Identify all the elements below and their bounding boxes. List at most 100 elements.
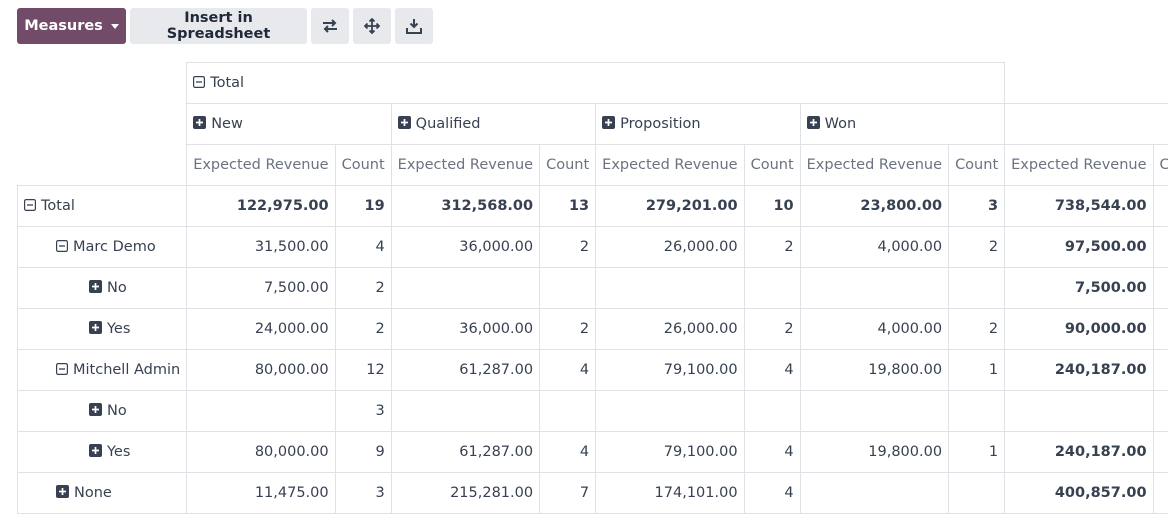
cell-count[interactable] bbox=[539, 390, 597, 432]
expand-all-button[interactable] bbox=[353, 8, 391, 44]
measure-header-expected-revenue[interactable]: Expected Revenue bbox=[390, 144, 541, 186]
cell-count[interactable]: 3 bbox=[1152, 390, 1168, 432]
cell-count[interactable] bbox=[743, 267, 801, 309]
cell-expected-revenue[interactable] bbox=[799, 390, 950, 432]
cell-expected-revenue[interactable]: 97,500.00 bbox=[1004, 226, 1154, 268]
cell-expected-revenue[interactable]: 26,000.00 bbox=[595, 226, 745, 268]
cell-count[interactable]: 2 bbox=[539, 226, 597, 268]
measure-header-expected-revenue[interactable]: Expected Revenue bbox=[595, 144, 745, 186]
row-header[interactable]: Marc Demo bbox=[16, 226, 188, 268]
cell-expected-revenue[interactable]: 312,568.00 bbox=[390, 185, 541, 227]
row-header[interactable]: None bbox=[16, 472, 188, 514]
cell-expected-revenue[interactable]: 4,000.00 bbox=[799, 226, 950, 268]
row-header[interactable]: Mitchell Admin bbox=[16, 349, 188, 391]
measure-header-count[interactable]: Count bbox=[334, 144, 392, 186]
cell-count[interactable]: 1 bbox=[948, 431, 1006, 473]
cell-expected-revenue[interactable]: 7,500.00 bbox=[186, 267, 336, 309]
cell-count[interactable]: 4 bbox=[743, 349, 801, 391]
col-header-stage-won[interactable]: Won bbox=[799, 103, 1006, 145]
cell-count[interactable]: 18 bbox=[1152, 431, 1168, 473]
cell-expected-revenue[interactable] bbox=[595, 267, 745, 309]
cell-expected-revenue[interactable]: 23,800.00 bbox=[799, 185, 950, 227]
cell-count[interactable]: 3 bbox=[948, 185, 1006, 227]
cell-count[interactable]: 45 bbox=[1152, 185, 1168, 227]
cell-expected-revenue[interactable] bbox=[799, 267, 950, 309]
measure-header-count[interactable]: Count bbox=[948, 144, 1006, 186]
cell-count[interactable] bbox=[539, 267, 597, 309]
cell-expected-revenue[interactable]: 31,500.00 bbox=[186, 226, 336, 268]
cell-count[interactable]: 2 bbox=[948, 308, 1006, 350]
cell-count[interactable] bbox=[948, 267, 1006, 309]
cell-expected-revenue[interactable] bbox=[595, 390, 745, 432]
cell-expected-revenue[interactable]: 4,000.00 bbox=[799, 308, 950, 350]
cell-count[interactable]: 2 bbox=[743, 226, 801, 268]
cell-count[interactable]: 2 bbox=[334, 308, 392, 350]
cell-expected-revenue[interactable]: 80,000.00 bbox=[186, 431, 336, 473]
cell-count[interactable]: 4 bbox=[334, 226, 392, 268]
cell-count[interactable] bbox=[948, 390, 1006, 432]
measure-header-count[interactable]: Count bbox=[743, 144, 801, 186]
cell-expected-revenue[interactable]: 36,000.00 bbox=[390, 226, 541, 268]
cell-expected-revenue[interactable]: 80,000.00 bbox=[186, 349, 336, 391]
cell-expected-revenue[interactable]: 11,475.00 bbox=[186, 472, 336, 514]
cell-expected-revenue[interactable]: 400,857.00 bbox=[1004, 472, 1154, 514]
cell-expected-revenue[interactable]: 7,500.00 bbox=[1004, 267, 1154, 309]
cell-count[interactable]: 7 bbox=[539, 472, 597, 514]
measure-header-count[interactable]: Count bbox=[1152, 144, 1168, 186]
row-header[interactable]: No bbox=[16, 267, 188, 309]
cell-count[interactable]: 4 bbox=[539, 431, 597, 473]
cell-expected-revenue[interactable]: 122,975.00 bbox=[186, 185, 336, 227]
cell-expected-revenue[interactable]: 215,281.00 bbox=[390, 472, 541, 514]
col-header-stage-proposition[interactable]: Proposition bbox=[595, 103, 801, 145]
cell-expected-revenue[interactable]: 19,800.00 bbox=[799, 431, 950, 473]
cell-expected-revenue[interactable]: 738,544.00 bbox=[1004, 185, 1154, 227]
cell-expected-revenue[interactable] bbox=[186, 390, 336, 432]
cell-count[interactable]: 2 bbox=[1152, 267, 1168, 309]
cell-expected-revenue[interactable] bbox=[1004, 390, 1154, 432]
cell-count[interactable]: 4 bbox=[539, 349, 597, 391]
cell-count[interactable]: 10 bbox=[1152, 226, 1168, 268]
cell-count[interactable]: 21 bbox=[1152, 349, 1168, 391]
cell-expected-revenue[interactable] bbox=[799, 472, 950, 514]
cell-expected-revenue[interactable]: 36,000.00 bbox=[390, 308, 541, 350]
measures-dropdown-button[interactable]: Measures bbox=[17, 8, 126, 44]
cell-expected-revenue[interactable]: 26,000.00 bbox=[595, 308, 745, 350]
cell-expected-revenue[interactable]: 61,287.00 bbox=[390, 349, 541, 391]
cell-expected-revenue[interactable]: 174,101.00 bbox=[595, 472, 745, 514]
row-header[interactable]: Total bbox=[16, 185, 188, 227]
cell-expected-revenue[interactable]: 79,100.00 bbox=[595, 349, 745, 391]
cell-count[interactable]: 1 bbox=[948, 349, 1006, 391]
col-header-stage-qualified[interactable]: Qualified bbox=[390, 103, 597, 145]
cell-count[interactable]: 12 bbox=[334, 349, 392, 391]
col-header-total[interactable]: Total bbox=[186, 62, 1006, 104]
insert-in-spreadsheet-button[interactable]: Insert in Spreadsheet bbox=[130, 8, 307, 44]
cell-expected-revenue[interactable]: 279,201.00 bbox=[595, 185, 745, 227]
cell-count[interactable] bbox=[948, 472, 1006, 514]
cell-count[interactable] bbox=[743, 390, 801, 432]
cell-count[interactable]: 14 bbox=[1152, 472, 1168, 514]
cell-expected-revenue[interactable]: 19,800.00 bbox=[799, 349, 950, 391]
cell-count[interactable]: 9 bbox=[334, 431, 392, 473]
flip-axis-button[interactable] bbox=[311, 8, 349, 44]
measure-header-expected-revenue[interactable]: Expected Revenue bbox=[186, 144, 336, 186]
cell-count[interactable]: 2 bbox=[539, 308, 597, 350]
cell-count[interactable]: 4 bbox=[743, 431, 801, 473]
download-button[interactable] bbox=[395, 8, 433, 44]
measure-header-expected-revenue[interactable]: Expected Revenue bbox=[1004, 144, 1154, 186]
row-header[interactable]: Yes bbox=[16, 431, 188, 473]
cell-count[interactable]: 2 bbox=[334, 267, 392, 309]
cell-count[interactable]: 3 bbox=[334, 472, 392, 514]
cell-count[interactable]: 4 bbox=[743, 472, 801, 514]
cell-expected-revenue[interactable]: 240,187.00 bbox=[1004, 349, 1154, 391]
cell-count[interactable]: 13 bbox=[539, 185, 597, 227]
cell-expected-revenue[interactable]: 240,187.00 bbox=[1004, 431, 1154, 473]
cell-count[interactable]: 2 bbox=[948, 226, 1006, 268]
cell-expected-revenue[interactable]: 90,000.00 bbox=[1004, 308, 1154, 350]
cell-count[interactable]: 3 bbox=[334, 390, 392, 432]
cell-count[interactable]: 2 bbox=[743, 308, 801, 350]
row-header[interactable]: No bbox=[16, 390, 188, 432]
cell-count[interactable]: 10 bbox=[743, 185, 801, 227]
cell-expected-revenue[interactable]: 79,100.00 bbox=[595, 431, 745, 473]
cell-expected-revenue[interactable] bbox=[390, 390, 541, 432]
cell-expected-revenue[interactable]: 61,287.00 bbox=[390, 431, 541, 473]
